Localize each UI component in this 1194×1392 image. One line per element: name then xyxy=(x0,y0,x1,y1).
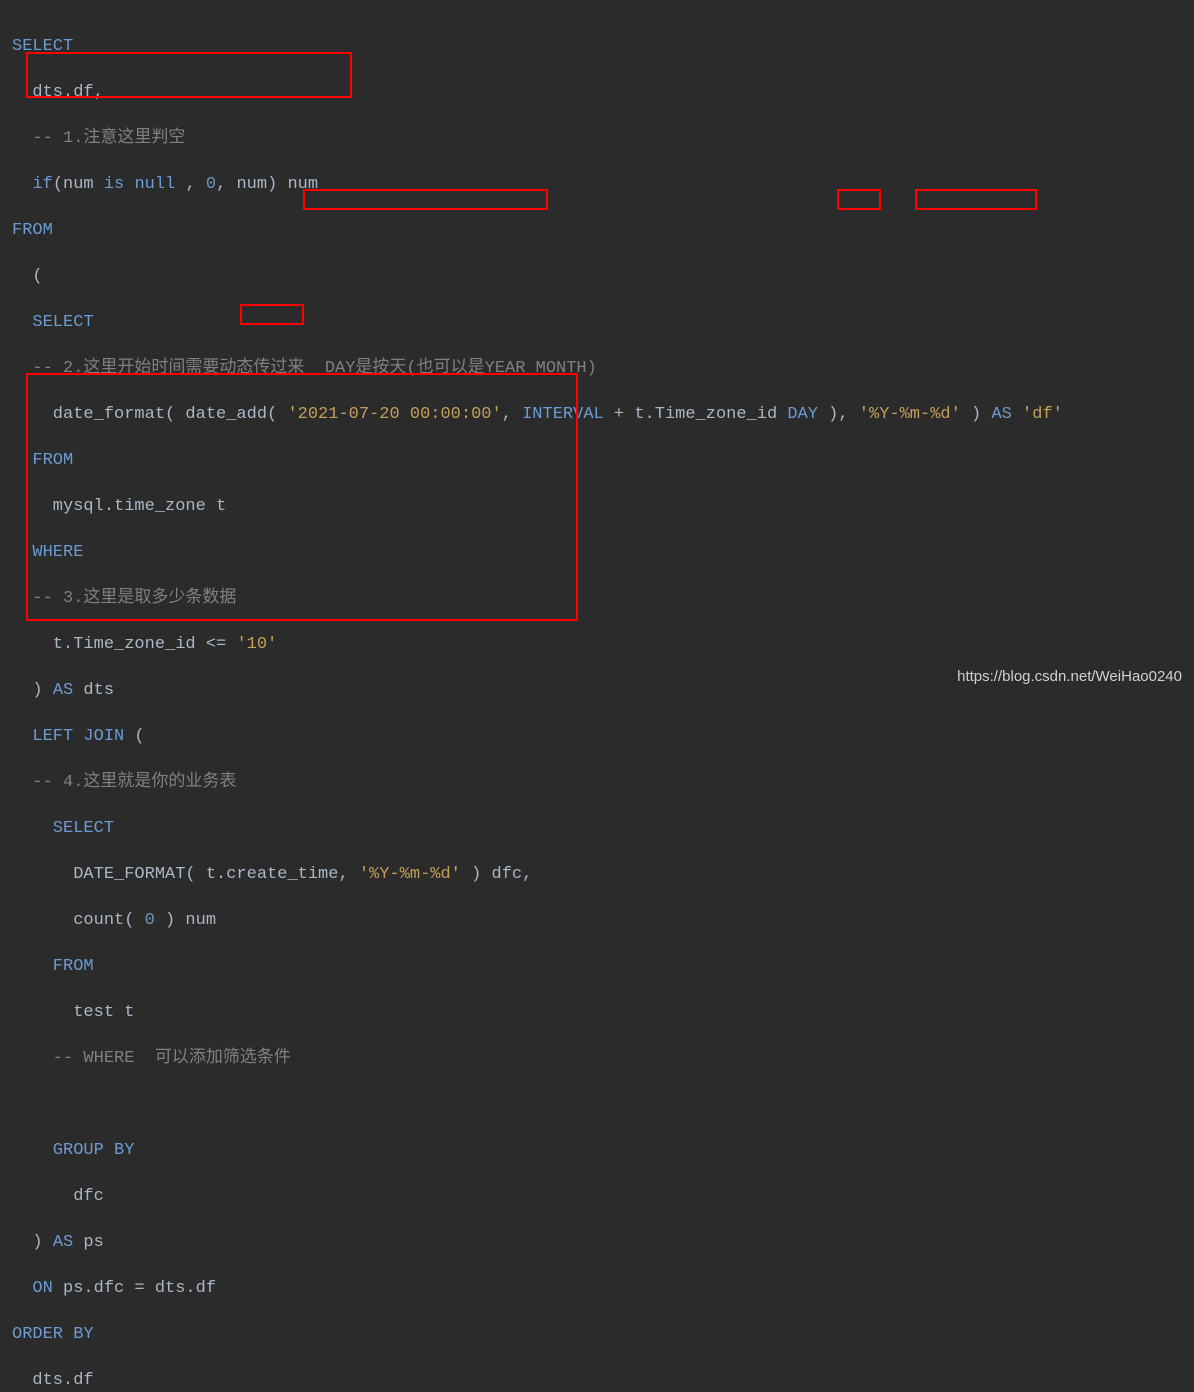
code-text: count( xyxy=(12,911,145,930)
string-literal: 'df' xyxy=(1022,405,1063,424)
code-text: ) xyxy=(12,681,53,700)
code-text: ), xyxy=(818,405,859,424)
keyword-on: ON xyxy=(12,1279,53,1298)
code-text: ps.dfc = dts.df xyxy=(53,1279,216,1298)
keyword-as: AS xyxy=(991,405,1011,424)
keyword-from: FROM xyxy=(12,957,94,976)
string-literal: '2021-07-20 00:00:00' xyxy=(287,405,501,424)
code-text: , num) num xyxy=(216,175,318,194)
keyword-is: is xyxy=(104,175,124,194)
code-text: dts.df, xyxy=(12,83,104,102)
code-text: ) xyxy=(12,1233,53,1252)
code-text: , xyxy=(502,405,522,424)
keyword-select: SELECT xyxy=(12,819,114,838)
keyword-join: JOIN xyxy=(83,727,124,746)
comment-4: -- 4.这里就是你的业务表 xyxy=(12,773,236,792)
comment-5: -- WHERE 可以添加筛选条件 xyxy=(12,1049,291,1068)
keyword-group-by: GROUP BY xyxy=(12,1141,134,1160)
code-text xyxy=(1012,405,1022,424)
keyword-select: SELECT xyxy=(12,313,94,332)
code-text: ( xyxy=(124,727,144,746)
string-literal: '10' xyxy=(236,635,277,654)
code-text: ) xyxy=(961,405,992,424)
code-text: (num xyxy=(53,175,104,194)
code-text: dts xyxy=(73,681,114,700)
code-text xyxy=(124,175,134,194)
code-text: t.Time_zone_id <= xyxy=(12,635,236,654)
string-literal: '%Y-%m-%d' xyxy=(859,405,961,424)
code-text: ) dfc, xyxy=(461,865,532,884)
number-literal: 0 xyxy=(145,911,155,930)
keyword-as: AS xyxy=(53,681,73,700)
code-text xyxy=(73,727,83,746)
code-text: test t xyxy=(12,1003,134,1022)
keyword-interval: INTERVAL xyxy=(522,405,604,424)
code-text: + t.Time_zone_id xyxy=(604,405,788,424)
code-text: ps xyxy=(73,1233,104,1252)
string-literal: '%Y-%m-%d' xyxy=(359,865,461,884)
code-text: mysql.time_zone t xyxy=(12,497,226,516)
number-literal: 0 xyxy=(206,175,216,194)
keyword-day: DAY xyxy=(787,405,818,424)
sql-code-editor[interactable]: SELECT dts.df, -- 1.注意这里判空 if(num is nul… xyxy=(0,0,1194,1392)
code-text: dts.df xyxy=(12,1371,94,1390)
keyword-from: FROM xyxy=(12,221,53,240)
code-text: , xyxy=(175,175,206,194)
code-text: DATE_FORMAT( t.create_time, xyxy=(12,865,359,884)
comment-2: -- 2.这里开始时间需要动态传过来 DAY是按天(也可以是YEAR MONTH… xyxy=(12,359,597,378)
code-text: dfc xyxy=(12,1187,104,1206)
comment-3: -- 3.这里是取多少条数据 xyxy=(12,589,236,608)
keyword-as: AS xyxy=(53,1233,73,1252)
code-text: ) num xyxy=(155,911,216,930)
keyword-where: WHERE xyxy=(12,543,83,562)
keyword-null: null xyxy=(134,175,175,194)
keyword-order-by: ORDER BY xyxy=(12,1325,94,1344)
keyword-from: FROM xyxy=(12,451,73,470)
watermark-text: https://blog.csdn.net/WeiHao0240 xyxy=(957,665,1182,688)
code-text: date_format( date_add( xyxy=(12,405,287,424)
keyword-select: SELECT xyxy=(12,37,73,56)
code-text: ( xyxy=(12,267,43,286)
keyword-left: LEFT xyxy=(12,727,73,746)
keyword-if: if xyxy=(12,175,53,194)
comment-1: -- 1.注意这里判空 xyxy=(12,129,185,148)
